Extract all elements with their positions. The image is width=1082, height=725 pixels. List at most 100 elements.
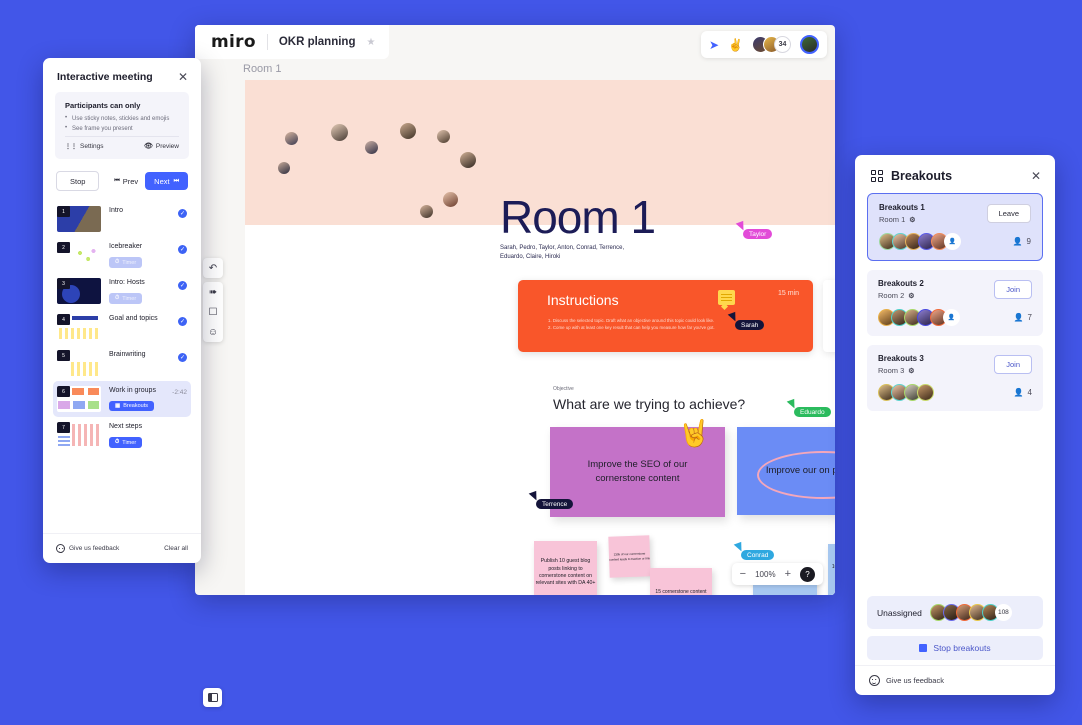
tools-group: ➠ ☐ ☺: [203, 282, 223, 342]
join-button[interactable]: Join: [994, 280, 1032, 299]
link-icon[interactable]: ⚙: [909, 216, 915, 224]
agenda-item-intro-hosts[interactable]: 3 Intro: Hosts ⏱ Timer ✓: [53, 273, 191, 309]
member-avatars[interactable]: 👤: [879, 233, 961, 250]
smiley-icon: [56, 544, 65, 553]
timer-label: Timer: [122, 259, 137, 266]
timer-badge[interactable]: ⏱ Timer: [109, 257, 143, 268]
slide-number: 5: [57, 350, 70, 361]
sticky-note[interactable]: 100% of our pages have proper title and …: [828, 544, 835, 595]
unassigned-label: Unassigned: [877, 607, 922, 618]
presentation-controls: Stop ⏮ Prev Next ⏭: [43, 159, 201, 201]
give-feedback-button[interactable]: Give us feedback: [56, 544, 119, 553]
add-member-icon[interactable]: 👤: [944, 233, 961, 250]
breakouts-footer[interactable]: Give us feedback: [855, 665, 1055, 695]
thumb-grid: [58, 434, 70, 446]
board-canvas[interactable]: Room 1 Sarah, Pedro, Taylor, Anton, Conr…: [245, 80, 835, 595]
cursor-label: Conrad: [741, 550, 775, 560]
selected-topic-card[interactable]: Selected topic: [823, 280, 835, 352]
instructions-title: Instructions: [547, 292, 619, 308]
feedback-label: Give us feedback: [69, 545, 120, 552]
help-button[interactable]: ?: [800, 566, 815, 582]
close-icon[interactable]: ✕: [1031, 170, 1041, 182]
board-tool-rail: ↶ ➠ ☐ ☺: [203, 258, 223, 342]
celebrate-icon[interactable]: ✌: [728, 39, 743, 51]
slide-number: 6: [57, 386, 70, 397]
breakout-room-1[interactable]: Breakouts 1 Room 1 ⚙ Leave 👤 👤 9: [867, 193, 1043, 261]
breakouts-badge[interactable]: ▦ Breakouts: [109, 401, 154, 411]
star-icon[interactable]: ★: [366, 37, 375, 48]
agenda-item-brainwriting[interactable]: 5 Brainwriting ✓: [53, 345, 191, 381]
link-icon[interactable]: ⚙: [908, 367, 914, 375]
unassigned-avatars[interactable]: 108: [929, 604, 1012, 621]
stop-breakouts-button[interactable]: Stop breakouts: [867, 636, 1043, 660]
zoom-in-button[interactable]: +: [785, 568, 791, 580]
timer-badge[interactable]: ⏱ Timer: [109, 293, 143, 304]
sticky-note[interactable]: 130k of our cornerstone content leads to…: [608, 535, 651, 578]
zoom-level: 100%: [755, 569, 776, 579]
sticky-note[interactable]: 15 cornerstone content articles has at l…: [650, 568, 712, 595]
breakout-room-3[interactable]: Breakouts 3 Room 3 ⚙ Join 👤 4: [867, 345, 1043, 411]
instructions-duration: 15 min: [777, 290, 799, 297]
member-avatars[interactable]: [878, 384, 934, 401]
panel-toggle-icon[interactable]: [203, 688, 222, 707]
agenda-item-work-in-groups[interactable]: 6 Work in groups ▦ Breakouts -2:42: [53, 381, 191, 417]
thumb-block: [88, 388, 99, 395]
zoom-out-button[interactable]: −: [740, 568, 746, 580]
collaborator-count[interactable]: 34: [774, 36, 791, 53]
avatar: [460, 152, 476, 168]
join-button[interactable]: Join: [994, 355, 1032, 374]
agenda-item-icebreaker[interactable]: 2 Icebreaker ⏱ Timer ✓: [53, 237, 191, 273]
avatar-self[interactable]: [800, 35, 819, 54]
smiley-icon: [869, 675, 880, 686]
agenda-item-next-steps[interactable]: 7 Next steps ⏱ Timer: [53, 417, 191, 453]
agenda-item-label: Work in groups: [109, 387, 156, 394]
stop-button[interactable]: Stop: [56, 171, 100, 191]
cursor-conrad: Conrad: [733, 541, 775, 560]
agenda-item-label: Next steps: [109, 423, 143, 430]
emoji-icon[interactable]: ☺: [203, 322, 223, 342]
zoom-control: − 100% + ?: [731, 563, 823, 585]
cursor-icon[interactable]: ➠: [203, 282, 223, 302]
sticky-note-icon[interactable]: ☐: [203, 302, 223, 322]
avatar: [365, 141, 378, 154]
next-button[interactable]: Next ⏭: [145, 172, 188, 190]
link-icon[interactable]: ⚙: [908, 292, 914, 300]
grid-icon: ▦: [115, 403, 121, 409]
instructions-card[interactable]: Instructions 1. Discuss the selected top…: [518, 280, 813, 352]
cursor-label: Taylor: [743, 229, 773, 239]
settings-button[interactable]: ⋮⋮ Settings: [65, 142, 104, 150]
cursor-share-icon[interactable]: ➤: [709, 39, 719, 51]
miro-logo[interactable]: miro: [211, 32, 256, 52]
collaborator-avatars[interactable]: 34: [752, 36, 791, 53]
agenda-item-goal-topics[interactable]: 4 Goal and topics ✓: [53, 309, 191, 345]
unassigned-count[interactable]: 108: [994, 604, 1012, 621]
agenda-item-label: Icebreaker: [109, 243, 143, 250]
member-avatars[interactable]: 👤: [878, 309, 960, 326]
sticky-note[interactable]: Publish 10 guest blog posts linking to c…: [534, 541, 597, 595]
board-title[interactable]: OKR planning: [279, 36, 356, 48]
agenda-item-intro[interactable]: 1 Intro ✓: [53, 201, 191, 237]
feedback-label: Give us feedback: [886, 676, 944, 685]
timer-badge[interactable]: ⏱ Timer: [109, 437, 143, 448]
add-member-icon[interactable]: 👤: [943, 309, 960, 326]
divider: [266, 34, 268, 50]
count-value: 7: [1027, 313, 1032, 322]
miro-board-window: miro OKR planning ★ ➤ ✌ 34 Room 1 Room 1…: [195, 25, 835, 595]
unassigned-row[interactable]: Unassigned 108: [867, 596, 1043, 629]
breakout-room-2[interactable]: Breakouts 2 Room 2 ⚙ Join 👤 👤 7: [867, 270, 1043, 336]
slide-number: 2: [57, 242, 70, 253]
prev-button[interactable]: ⏮ Prev: [114, 177, 138, 186]
clear-all-button[interactable]: Clear all: [164, 545, 188, 552]
count-value: 9: [1026, 237, 1031, 246]
hero-title: Room 1: [500, 191, 656, 243]
preview-button[interactable]: 👁 Preview: [144, 142, 179, 151]
breakouts-label: Breakouts: [123, 403, 148, 409]
interactive-meeting-panel: Interactive meeting ✕ Participants can o…: [43, 58, 201, 563]
next-icon: ⏭: [173, 177, 179, 184]
leave-button[interactable]: Leave: [986, 204, 1031, 223]
breakout-members-row: 👤 4: [878, 384, 1032, 401]
agenda-list: 1 Intro ✓ 2 Icebreaker ⏱ Timer ✓ 3 Intro…: [43, 201, 201, 453]
undo-icon[interactable]: ↶: [203, 258, 223, 278]
slide-thumbnail: 3: [57, 278, 101, 304]
close-icon[interactable]: ✕: [178, 71, 188, 83]
